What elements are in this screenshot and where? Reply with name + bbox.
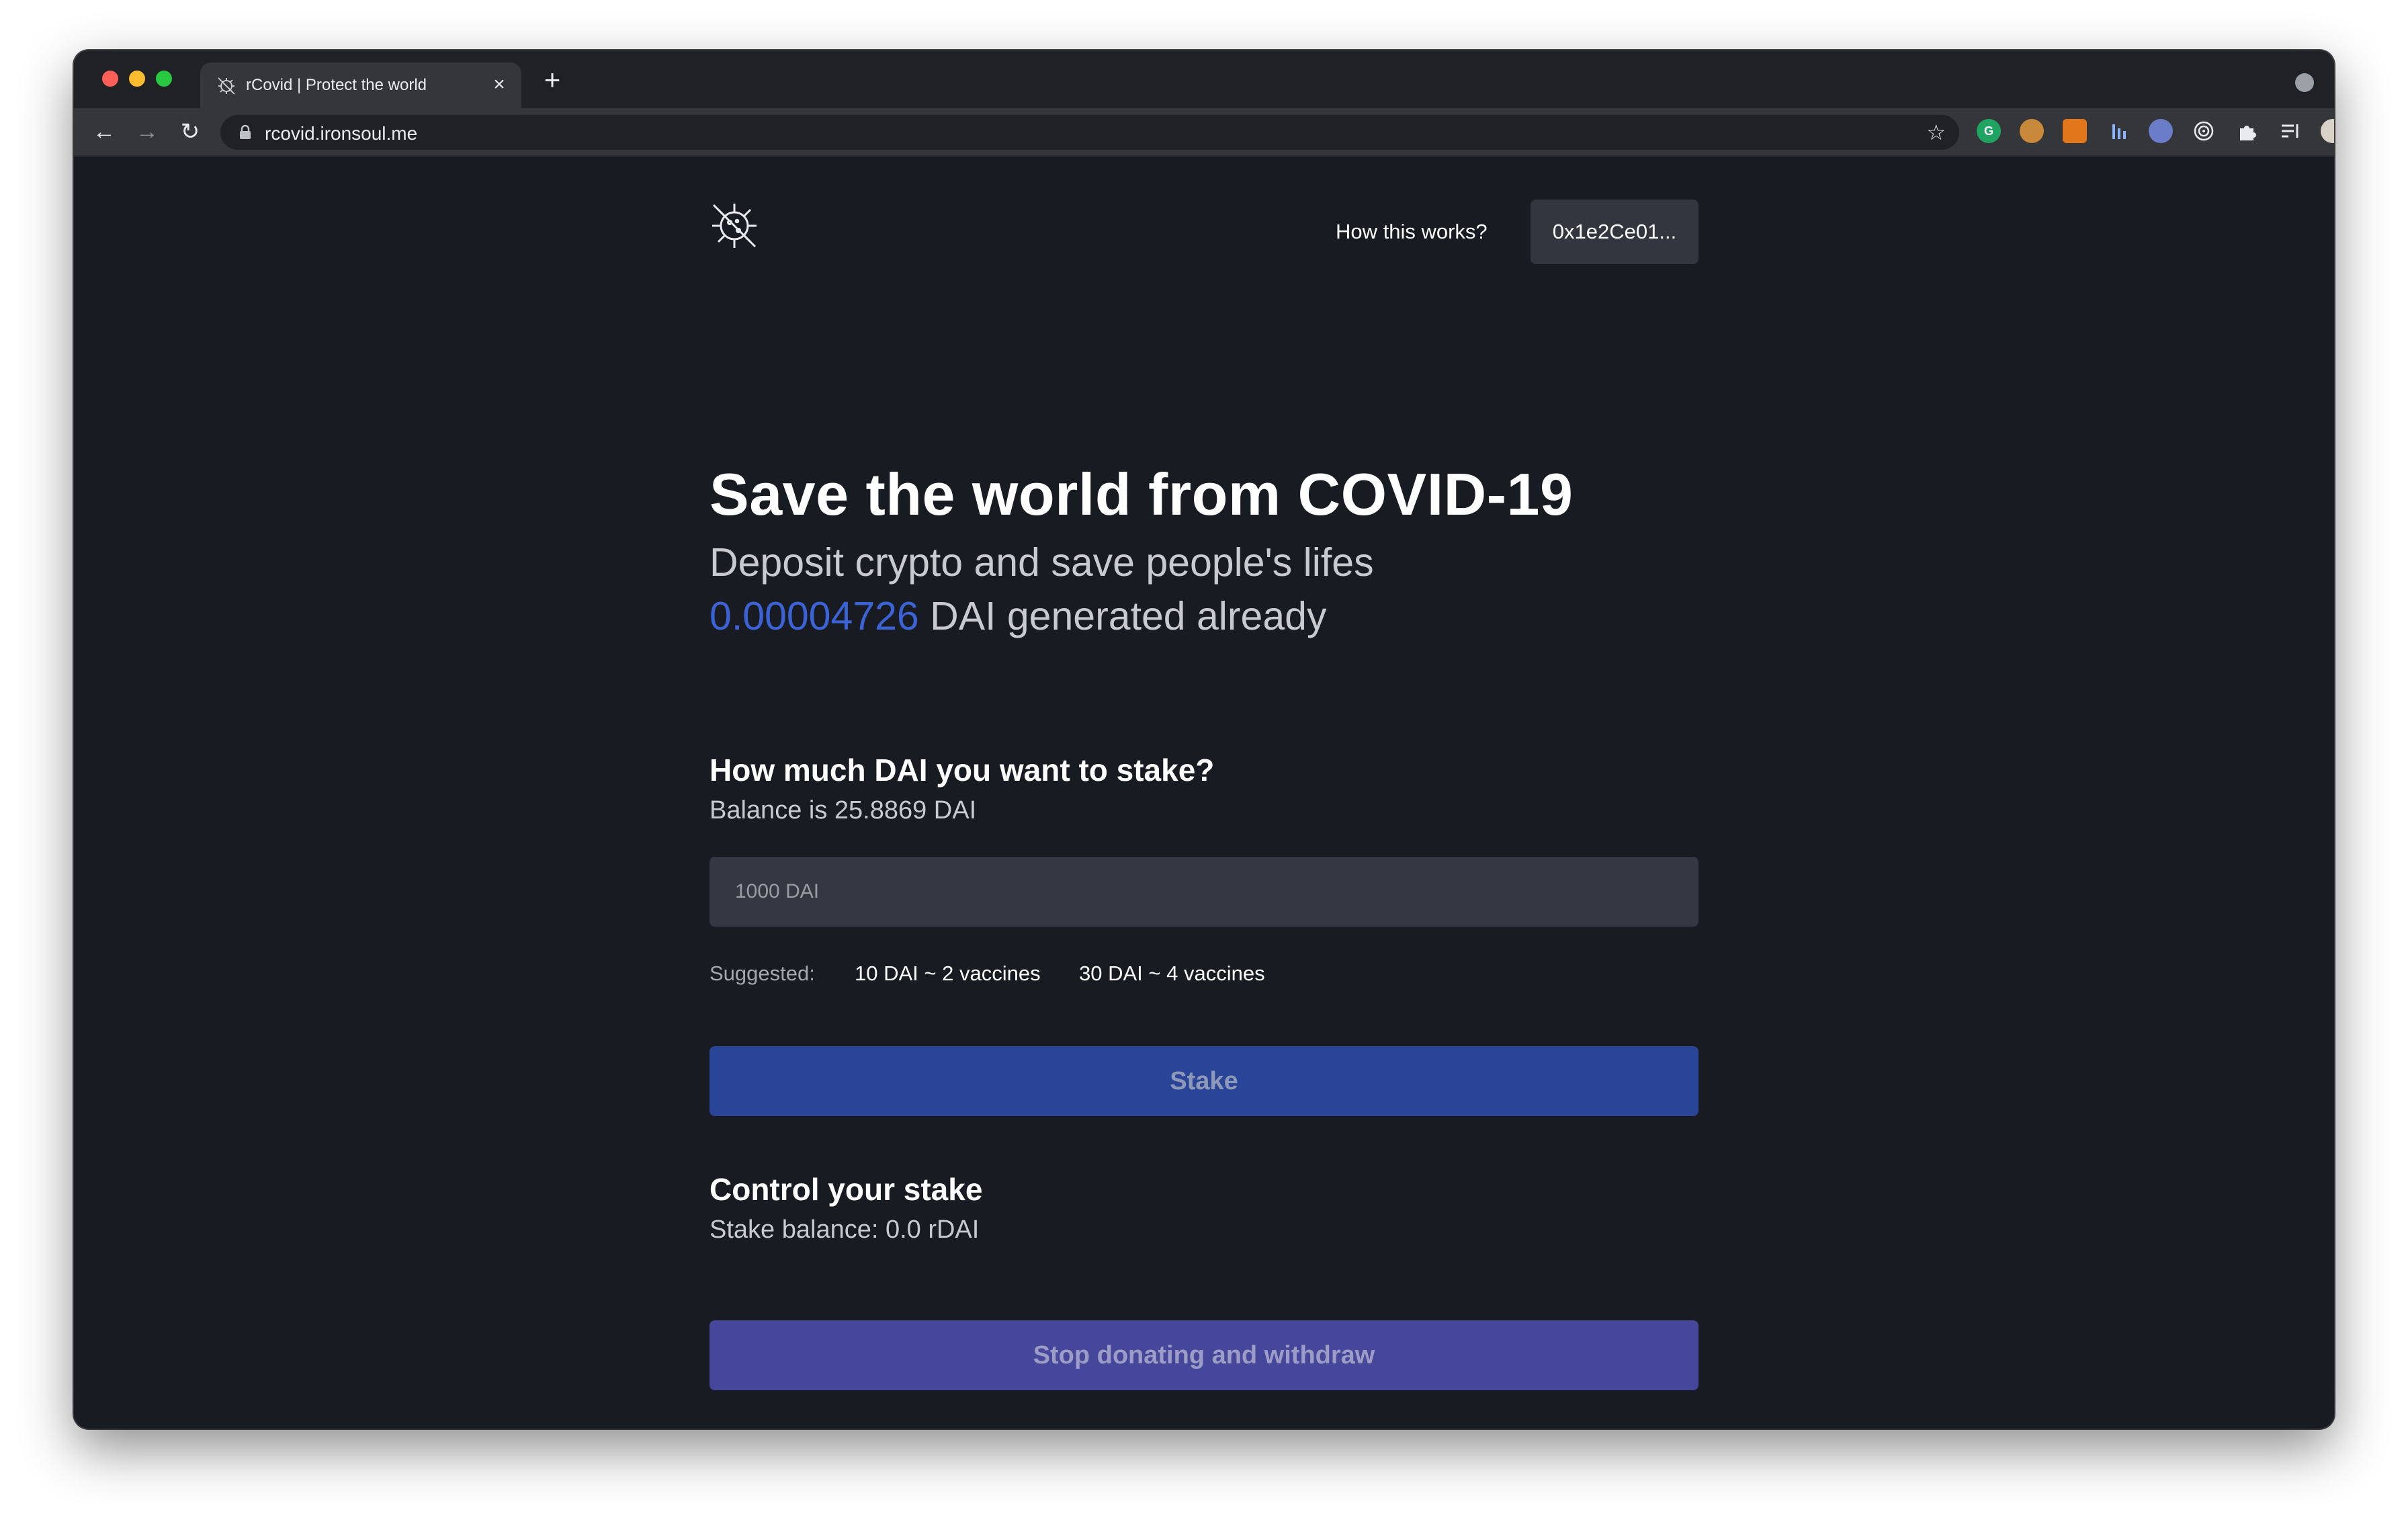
virus-crossed-icon [218, 77, 235, 95]
page-title: Save the world from COVID-19 [710, 461, 1574, 527]
target-icon[interactable] [2192, 119, 2216, 143]
page-content: How this works? 0x1e2Ce01... Save the wo… [74, 157, 2334, 1429]
how-this-works-link[interactable]: How this works? [1336, 220, 1488, 244]
back-icon[interactable]: ← [90, 118, 118, 146]
star-icon[interactable]: ☆ [1926, 120, 1946, 144]
wallet-address-button[interactable]: 0x1e2Ce01... [1531, 200, 1698, 264]
metamask-icon[interactable] [2063, 119, 2087, 143]
reading-list-icon[interactable] [2278, 119, 2302, 143]
browser-window: rCovid | Protect the world × + ← → ↻ rco… [74, 50, 2334, 1429]
generated-amount: 0.00004726 [710, 594, 919, 638]
hero-subtitle: Deposit crypto and save people's lifes [710, 540, 1374, 585]
close-window-button[interactable] [102, 71, 118, 87]
close-tab-icon[interactable]: × [488, 73, 511, 96]
forward-icon[interactable]: → [133, 118, 161, 146]
profile-avatar[interactable] [2321, 119, 2334, 143]
stake-amount-input[interactable] [710, 857, 1698, 927]
generated-suffix: DAI generated already [918, 594, 1327, 638]
title-bar: rCovid | Protect the world × + [74, 50, 2334, 108]
cookie-icon[interactable] [2020, 119, 2044, 143]
reload-icon[interactable]: ↻ [176, 118, 204, 146]
ext-icon[interactable] [2149, 119, 2173, 143]
new-tab-button[interactable]: + [538, 65, 567, 95]
stake-button[interactable]: Stake [710, 1046, 1698, 1116]
minimize-window-button[interactable] [129, 71, 145, 87]
tab-title: rCovid | Protect the world [246, 76, 427, 94]
url-text: rcovid.ironsoul.me [265, 123, 418, 144]
address-bar[interactable]: rcovid.ironsoul.me ☆ [220, 115, 1959, 150]
tab-search-icon[interactable] [2295, 73, 2314, 92]
browser-toolbar: ← → ↻ rcovid.ironsoul.me ☆ G ⋮ [74, 108, 2334, 157]
stake-section-title: How much DAI you want to stake? [710, 753, 1215, 788]
control-section-title: Control your stake [710, 1172, 983, 1207]
suggested-label: Suggested: [710, 962, 815, 985]
zoom-window-button[interactable] [156, 71, 172, 87]
lock-icon [240, 124, 251, 139]
browser-tab[interactable]: rCovid | Protect the world × [200, 62, 521, 108]
suggestion-option[interactable]: 30 DAI ~ 4 vaccines [1079, 962, 1265, 986]
stake-balance: Stake balance: 0.0 rDAI [710, 1216, 980, 1244]
puzzle-icon[interactable] [2235, 119, 2259, 143]
wallet-balance: Balance is 25.8869 DAI [710, 796, 977, 824]
suggestion-option[interactable]: 10 DAI ~ 2 vaccines [855, 962, 1041, 986]
withdraw-button[interactable]: Stop donating and withdraw [710, 1320, 1698, 1390]
bars-icon[interactable] [2106, 119, 2130, 143]
virus-crossed-icon[interactable] [708, 200, 761, 252]
generated-total: 0.00004726 DAI generated already [710, 593, 1327, 639]
grammarly-icon[interactable]: G [1977, 119, 2001, 143]
